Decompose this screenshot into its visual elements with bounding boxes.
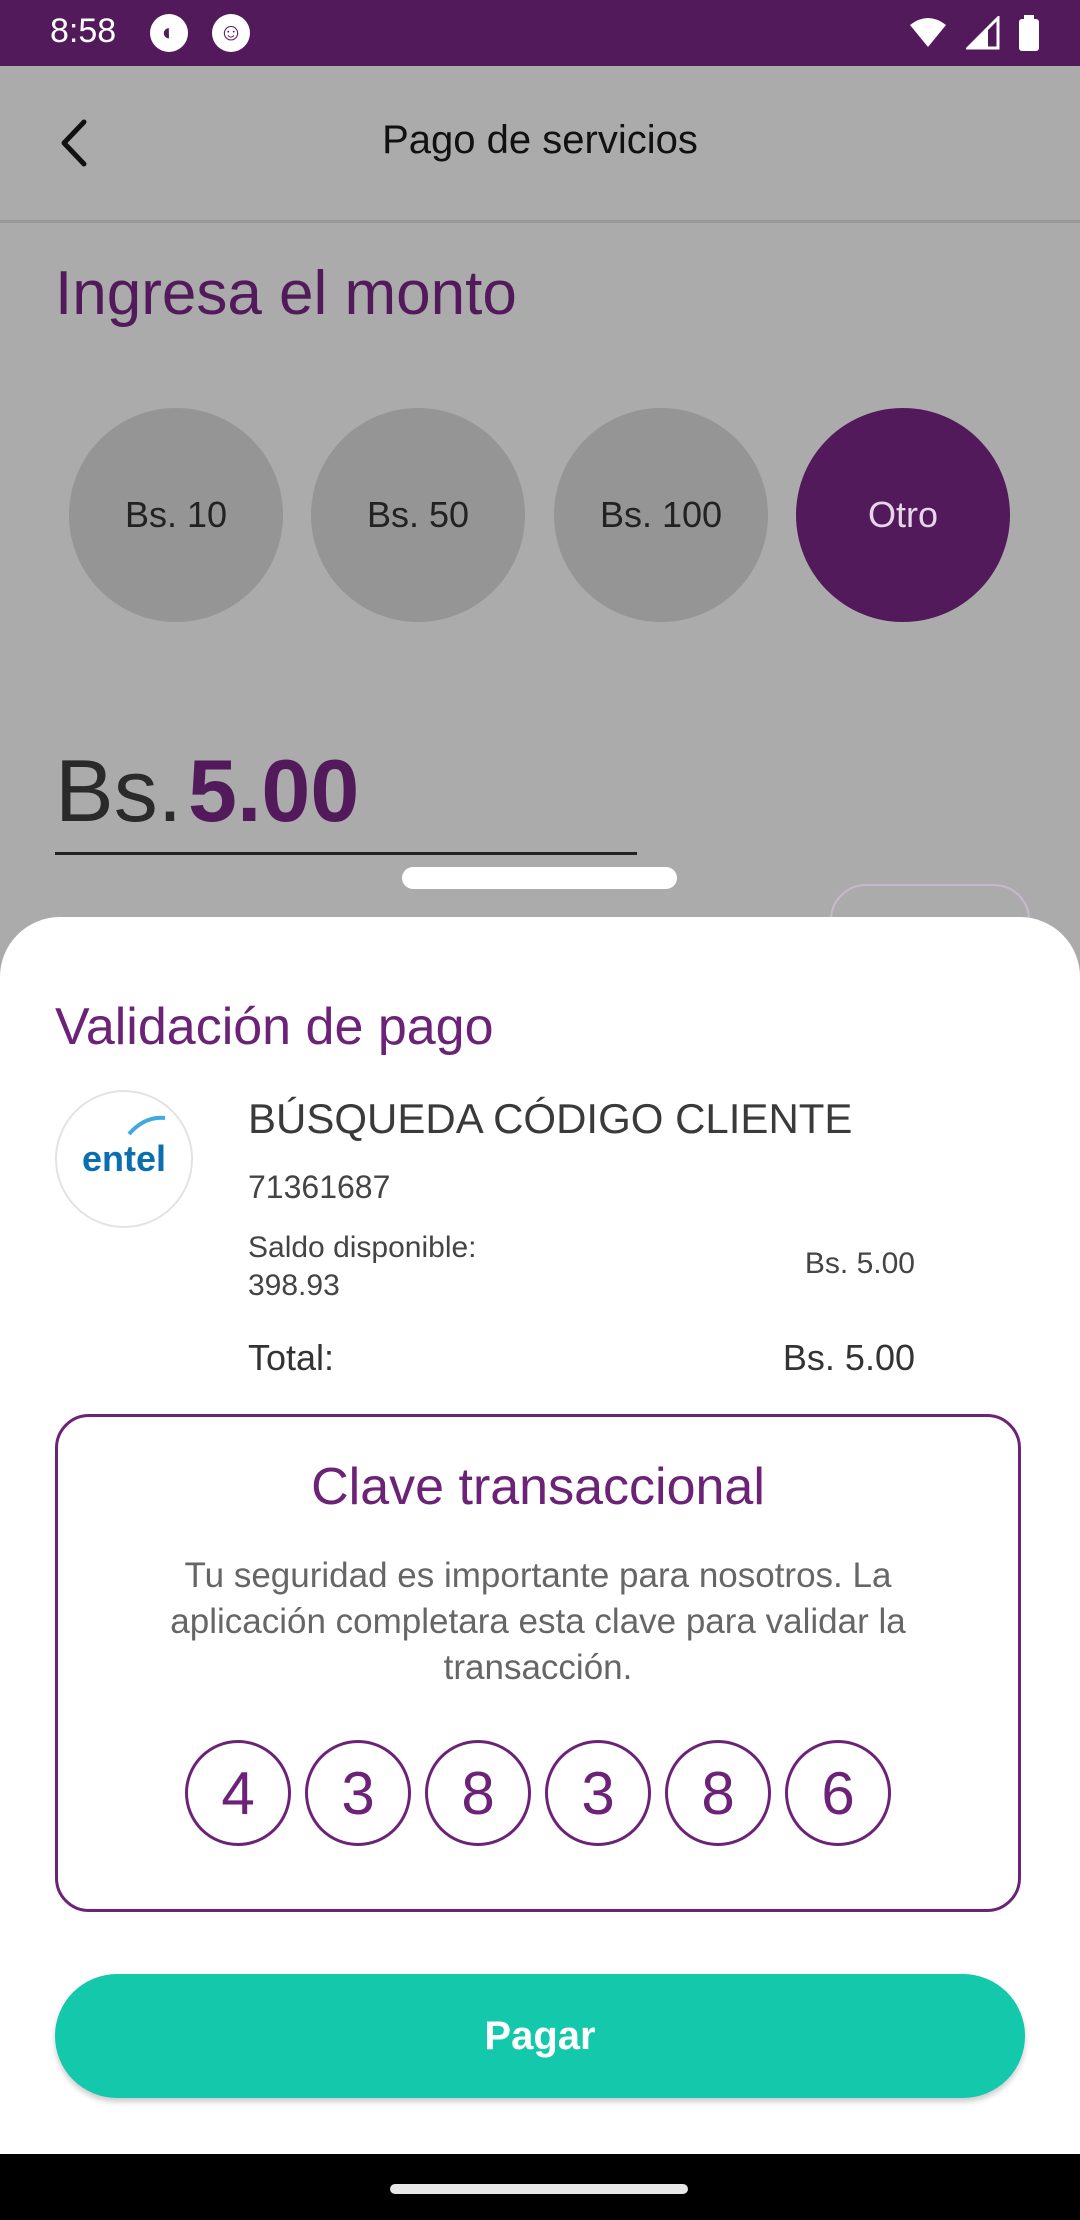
balance-value: 398.93 <box>248 1269 340 1302</box>
wifi-icon <box>910 18 946 47</box>
entel-logo: entel <box>55 1090 193 1228</box>
pin-digit[interactable]: 8 <box>665 1740 771 1846</box>
amount-section-title: Ingresa el monto <box>55 259 517 328</box>
total-label: Total: <box>248 1337 335 1378</box>
amount-option-other[interactable]: Otro <box>796 408 1010 622</box>
status-time: 8:58 <box>50 12 117 50</box>
balance-label: Saldo disponible: <box>248 1231 477 1264</box>
sheet-drag-handle[interactable] <box>402 867 677 889</box>
sheet-title: Validación de pago <box>55 998 494 1056</box>
total-value: Bs. 5.00 <box>782 1337 915 1378</box>
amount-option-10[interactable]: Bs. 10 <box>69 408 283 622</box>
balance-info: Saldo disponible: 398.93 <box>248 1229 568 1305</box>
amount-option-100[interactable]: Bs. 100 <box>554 408 768 622</box>
amount-option-50[interactable]: Bs. 50 <box>311 408 525 622</box>
client-code: 71361687 <box>248 1169 391 1205</box>
page-title: Pago de servicios <box>382 118 698 162</box>
payment-amount: Bs. 5.00 <box>804 1247 915 1280</box>
status-bar: 8:58 ◐ ☺ <box>0 0 1080 66</box>
pin-description: Tu seguridad es importante para nosotros… <box>170 1556 906 1687</box>
pin-digit[interactable]: 4 <box>185 1740 291 1846</box>
cat-notification-icon: ☺ <box>212 14 250 52</box>
currency-prefix: Bs. <box>55 741 183 840</box>
pin-title: Clave transaccional <box>311 1458 765 1516</box>
pin-digit[interactable]: 6 <box>785 1740 891 1846</box>
amount-input[interactable]: 5.00 <box>188 740 359 842</box>
logo-text: entel <box>81 1138 167 1179</box>
pin-digit[interactable]: 3 <box>305 1740 411 1846</box>
pin-digits: 4 3 8 3 8 6 <box>58 1740 1018 1846</box>
transaction-pin-box: Clave transaccional Tu seguridad es impo… <box>55 1414 1021 1912</box>
pin-digit[interactable]: 3 <box>545 1740 651 1846</box>
payment-validation-sheet: Validación de pago entel BÚSQUEDA CÓDIGO… <box>0 917 1080 2154</box>
home-indicator[interactable] <box>390 2184 688 2194</box>
app-notification-icon: ◐ <box>150 14 188 52</box>
service-name: BÚSQUEDA CÓDIGO CLIENTE <box>248 1095 853 1142</box>
logo-swoosh-icon <box>127 1115 166 1136</box>
status-icons <box>908 14 1040 52</box>
pay-button[interactable]: Pagar <box>55 1974 1025 2098</box>
amount-underline <box>55 852 637 855</box>
signal-icon <box>966 16 1000 50</box>
battery-icon <box>1019 15 1039 51</box>
pin-digit[interactable]: 8 <box>425 1740 531 1846</box>
system-nav-bar <box>0 2154 1080 2220</box>
app-bar: Pago de servicios <box>0 66 1080 223</box>
